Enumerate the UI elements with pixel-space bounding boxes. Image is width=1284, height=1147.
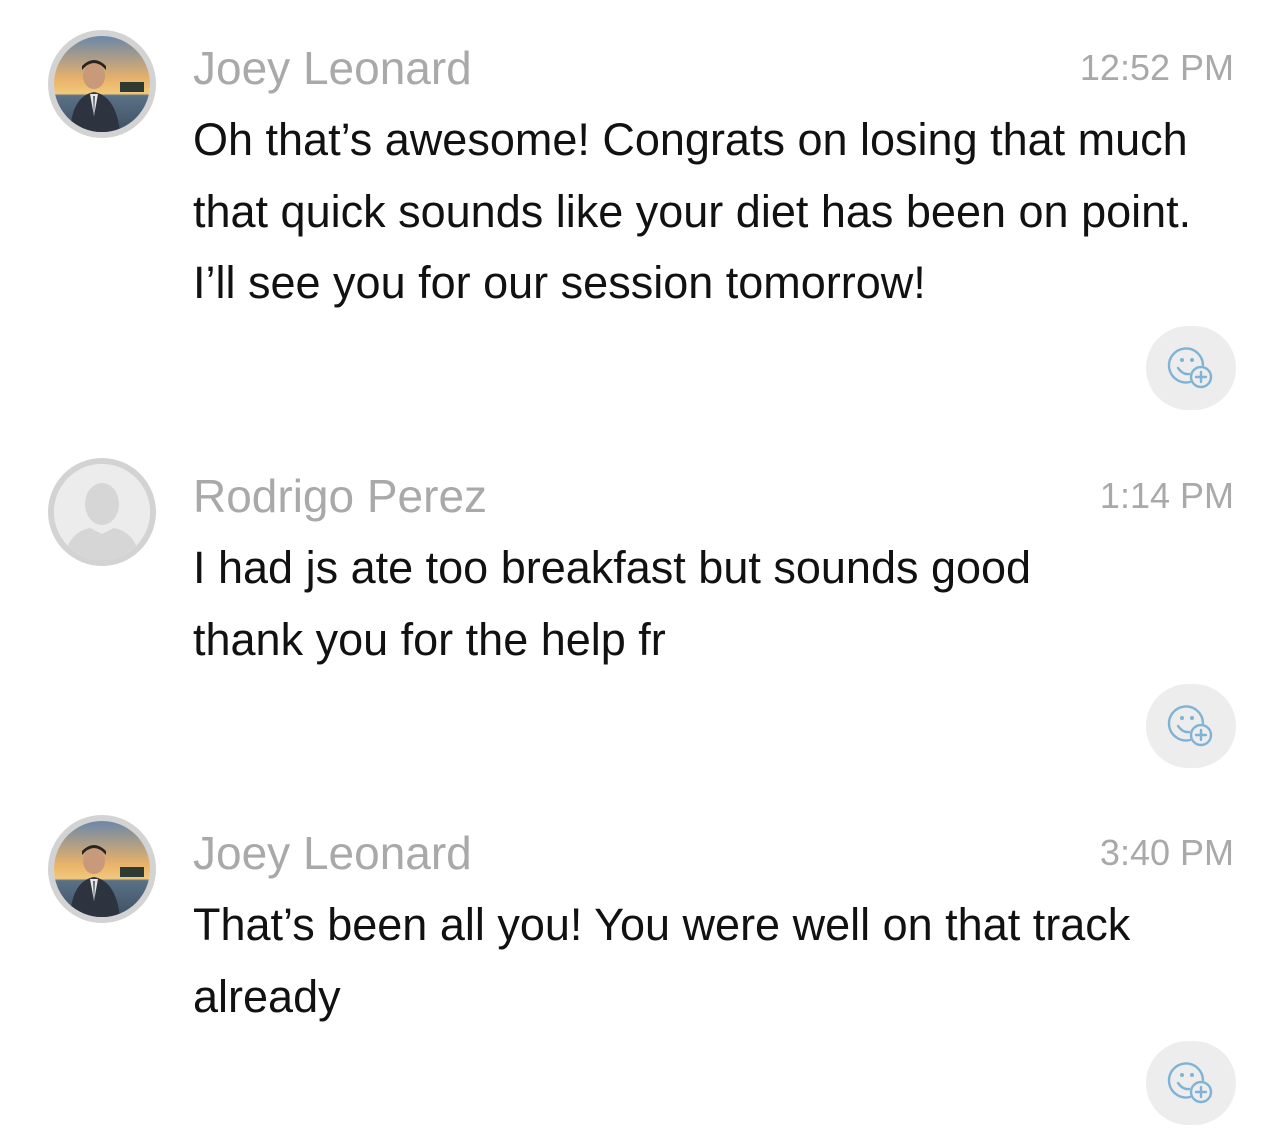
add-reaction-button[interactable] bbox=[1146, 684, 1236, 768]
person-silhouette-icon bbox=[54, 464, 150, 560]
sender-name: Rodrigo Perez bbox=[193, 470, 488, 522]
avatar[interactable] bbox=[48, 458, 156, 566]
avatar-photo bbox=[54, 36, 150, 132]
message-text: That’s been all you! You were well on th… bbox=[193, 899, 1131, 1022]
sender-name: Joey Leonard bbox=[193, 42, 472, 94]
add-reaction-icon bbox=[1167, 347, 1213, 389]
message-timestamp: 3:40 PM bbox=[1099, 832, 1234, 873]
sender-name: Joey Leonard bbox=[193, 827, 472, 879]
message-text: Oh that’s awesome! Congrats on losing th… bbox=[193, 114, 1192, 308]
avatar[interactable] bbox=[48, 815, 156, 923]
avatar[interactable] bbox=[48, 30, 156, 138]
message-item: Joey Leonard 3:40 PM That’s been all you… bbox=[0, 785, 1284, 1147]
add-reaction-icon bbox=[1167, 705, 1213, 747]
message-item: Joey Leonard 12:52 PM Oh that’s awesome!… bbox=[0, 0, 1284, 430]
add-reaction-icon bbox=[1167, 1062, 1213, 1104]
add-reaction-button[interactable] bbox=[1146, 326, 1236, 410]
message-text: I had js ate too breakfast but sounds go… bbox=[193, 542, 1032, 665]
message-timestamp: 1:14 PM bbox=[1099, 475, 1234, 516]
add-reaction-button[interactable] bbox=[1146, 1041, 1236, 1125]
message-timestamp: 12:52 PM bbox=[1079, 47, 1234, 88]
avatar-photo bbox=[54, 821, 150, 917]
message-item: Rodrigo Perez 1:14 PM I had js ate too b… bbox=[0, 428, 1284, 788]
